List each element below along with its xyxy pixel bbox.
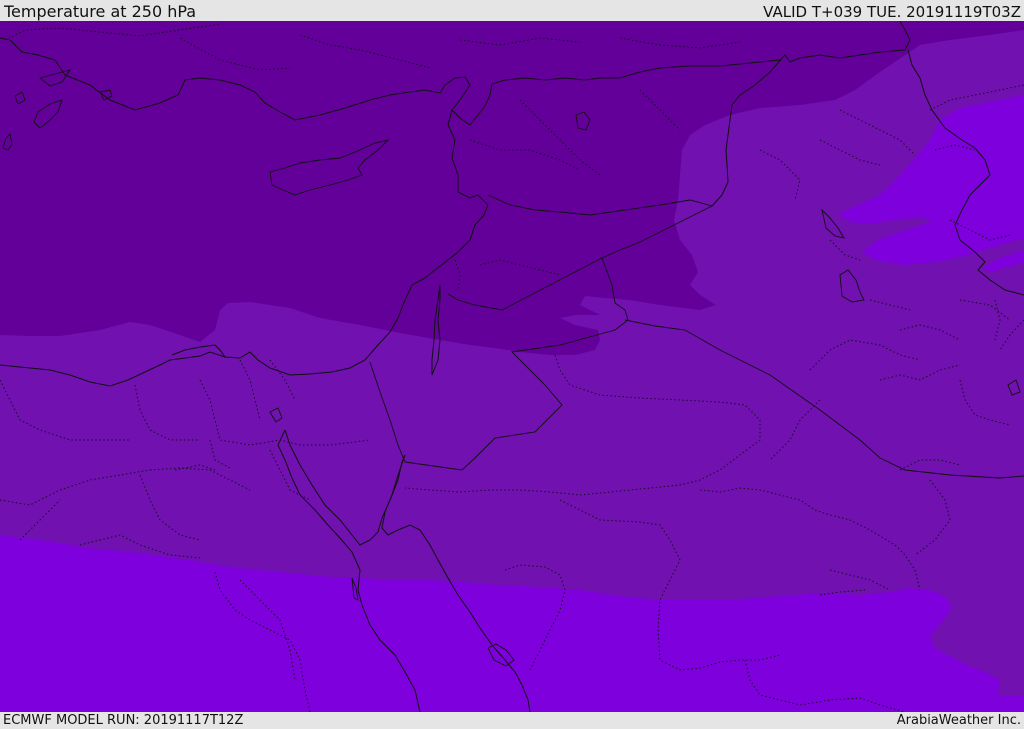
footer-bar: ECMWF MODEL RUN: 20191117T12Z ArabiaWeat… (0, 712, 1024, 729)
temperature-map[interactable] (0, 21, 1024, 712)
model-run-label: ECMWF MODEL RUN: 20191117T12Z (3, 713, 244, 728)
credit-label: ArabiaWeather Inc. (896, 713, 1021, 728)
map-title: Temperature at 250 hPa (4, 2, 197, 21)
header-bar: Temperature at 250 hPa VALID T+039 TUE. … (0, 0, 1024, 21)
map-area[interactable] (0, 21, 1024, 712)
valid-time-label: VALID T+039 TUE. 20191119T03Z (763, 3, 1021, 21)
weather-map-page: Temperature at 250 hPa VALID T+039 TUE. … (0, 0, 1024, 729)
